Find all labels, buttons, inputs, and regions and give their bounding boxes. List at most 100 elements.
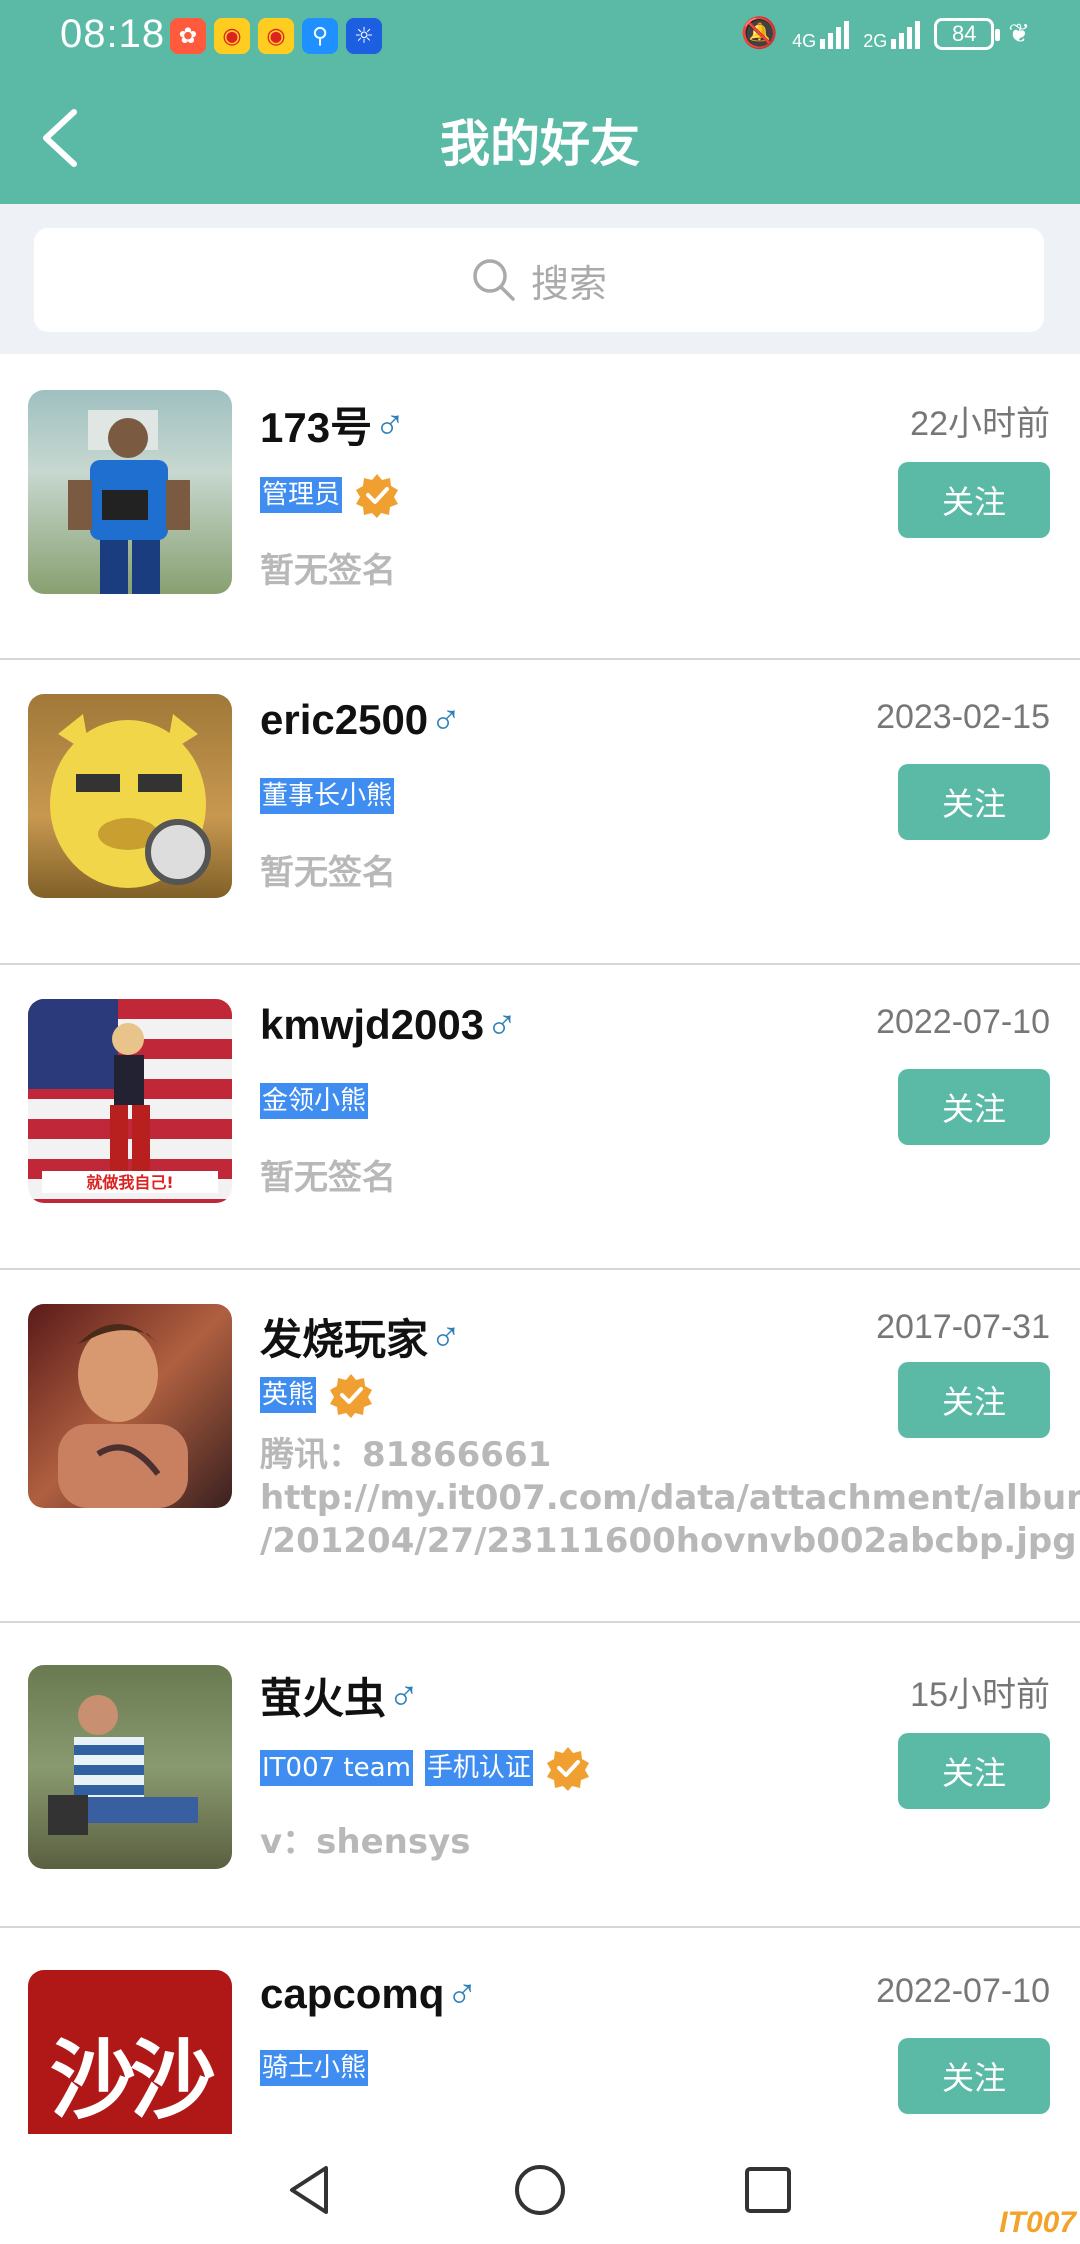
battery-icon: 84 xyxy=(934,17,1001,50)
nav-back-icon[interactable] xyxy=(280,2160,340,2220)
friend-tags: IT007 team 手机认证 xyxy=(260,1745,591,1791)
avatar-text: 沙沙 xyxy=(50,2029,216,2131)
friend-signature: 暂无签名 xyxy=(260,853,396,893)
avatar-photo-image xyxy=(48,1695,198,1835)
list-item[interactable]: 173号 ♂ 22小时前 关注 管理员 暂无签名 xyxy=(0,354,1080,660)
friend-name[interactable]: eric2500 ♂ xyxy=(260,696,462,744)
page-title: 我的好友 xyxy=(440,115,640,173)
friend-name-text: capcomq xyxy=(260,1970,445,2017)
avatar[interactable] xyxy=(28,1665,232,1869)
friend-name-text: kmwjd2003 xyxy=(260,1001,485,1048)
list-item[interactable]: 沙沙 capcomq ♂ 2022-07-10 关注 骑士小熊 xyxy=(0,1928,1080,2134)
nav-bar: 我的好友 xyxy=(0,72,1080,204)
friend-signature: 暂无签名 xyxy=(260,551,396,591)
friend-name[interactable]: capcomq ♂ xyxy=(260,1970,478,2018)
friend-list: 173号 ♂ 22小时前 关注 管理员 暂无签名 eric2500 ♂ 2023… xyxy=(0,354,1080,2134)
male-icon: ♂ xyxy=(446,1970,478,2017)
role-tag: 英熊 xyxy=(260,1377,317,1413)
friend-tags: 管理员 xyxy=(260,472,400,518)
role-tag: 手机认证 xyxy=(424,1750,533,1786)
role-tag: IT007 team xyxy=(260,1750,413,1786)
verified-badge-icon xyxy=(330,1374,373,1418)
male-icon: ♂ xyxy=(430,696,462,743)
avatar-flag-image: 就做我自己! xyxy=(28,999,218,1193)
signature-line: 腾讯：81866661 xyxy=(260,1435,552,1475)
friend-tags: 英熊 xyxy=(260,1372,374,1418)
avatar[interactable]: 沙沙 xyxy=(28,1970,232,2134)
friend-name[interactable]: 萤火虫 ♂ xyxy=(260,1665,420,1726)
friend-date: 2017-07-31 xyxy=(876,1308,1050,1346)
signal-bars-icon-2 xyxy=(891,19,921,49)
male-icon: ♂ xyxy=(374,400,406,448)
friend-tags: 董事长小熊 xyxy=(260,778,395,814)
weibo-icon-2: ◉ xyxy=(258,18,294,54)
friend-name-text: eric2500 xyxy=(260,696,429,743)
network-type-2: 2G xyxy=(863,30,888,51)
male-icon: ♂ xyxy=(486,1001,518,1048)
verified-badge-icon xyxy=(546,1747,589,1791)
follow-button[interactable]: 关注 xyxy=(898,1069,1050,1145)
nav-recents-icon[interactable] xyxy=(738,2160,798,2220)
status-bar: 08:18 ✿ ◉ ◉ ⚲ ☼ 🔕 4G 2G 84 ❦ xyxy=(0,0,1080,72)
follow-button[interactable]: 关注 xyxy=(898,462,1050,538)
friend-name[interactable]: 发烧玩家 ♂ xyxy=(260,1306,462,1367)
lightbulb-app-icon: ☼ xyxy=(346,18,382,54)
follow-button[interactable]: 关注 xyxy=(898,1733,1050,1809)
friend-tags: 金领小熊 xyxy=(260,1083,369,1119)
battery-level: 84 xyxy=(951,20,977,46)
friend-tags: 骑士小熊 xyxy=(260,2050,369,2086)
list-item[interactable]: 发烧玩家 ♂ 2017-07-31 关注 英熊 腾讯：81866661 http:… xyxy=(0,1270,1080,1623)
top-bar: 08:18 ✿ ◉ ◉ ⚲ ☼ 🔕 4G 2G 84 ❦ 我的好友 xyxy=(0,0,1080,204)
follow-button[interactable]: 关注 xyxy=(898,2038,1050,2114)
signature-line: /201204/27/23111600hovnvb002abcbp.jpg xyxy=(260,1521,1077,1561)
list-item[interactable]: 萤火虫 ♂ 15小时前 关注 IT007 team 手机认证 v：shensys xyxy=(0,1623,1080,1928)
app-icon-1: ✿ xyxy=(170,18,206,54)
search-icon xyxy=(473,259,515,301)
system-nav-bar: IT007 xyxy=(0,2134,1080,2244)
friend-date: 15小时前 xyxy=(910,1676,1050,1714)
male-icon: ♂ xyxy=(430,1312,462,1360)
search-placeholder: 搜索 xyxy=(530,261,607,306)
status-time: 08:18 xyxy=(60,12,166,56)
mute-bell-icon: 🔕 xyxy=(740,17,779,50)
friend-name[interactable]: 173号 ♂ xyxy=(260,394,406,455)
verified-badge-icon xyxy=(356,474,399,518)
friend-name-text: 173号 xyxy=(260,404,373,451)
signal-2: 2G xyxy=(863,19,921,51)
role-tag: 金领小熊 xyxy=(260,1083,369,1119)
avatar[interactable] xyxy=(28,1304,232,1508)
watermark-logo: IT007 xyxy=(999,2206,1076,2239)
friend-signature: 暂无签名 xyxy=(260,1158,396,1198)
nav-home-icon[interactable] xyxy=(510,2160,570,2220)
list-item[interactable]: 就做我自己! kmwjd2003 ♂ 2022-07-10 关注 金领小熊 暂无签… xyxy=(0,965,1080,1270)
leaf-icon: ❦ xyxy=(1008,18,1030,48)
avatar[interactable]: 就做我自己! xyxy=(28,999,232,1203)
friend-name-text: 萤火虫 xyxy=(260,1675,387,1722)
avatar[interactable] xyxy=(28,694,232,898)
friend-name[interactable]: kmwjd2003 ♂ xyxy=(260,1001,518,1049)
signal-1: 4G xyxy=(792,19,850,50)
search-area: 搜索 xyxy=(0,204,1080,354)
svg-text:就做我自己!: 就做我自己! xyxy=(86,1173,173,1192)
avatar-cartoon-image xyxy=(50,714,211,888)
notification-icons: ✿ ◉ ◉ ⚲ ☼ xyxy=(170,18,382,54)
search-app-icon: ⚲ xyxy=(302,18,338,54)
follow-button[interactable]: 关注 xyxy=(898,1362,1050,1438)
status-right: 🔕 4G 2G 84 ❦ xyxy=(741,16,1030,51)
friend-date: 22小时前 xyxy=(910,405,1050,443)
role-tag: 董事长小熊 xyxy=(260,778,395,814)
friend-signature: 腾讯：81866661 http://my.it007.com/data/att… xyxy=(260,1434,1080,1563)
male-icon: ♂ xyxy=(388,1671,420,1719)
friend-signature: v：shensys xyxy=(260,1822,471,1862)
avatar[interactable] xyxy=(28,390,232,594)
avatar-runner-image xyxy=(68,410,190,594)
signature-line: http://my.it007.com/data/attachment/albu… xyxy=(260,1478,1080,1518)
friend-date: 2023-02-15 xyxy=(876,698,1050,736)
role-tag: 管理员 xyxy=(260,477,343,513)
search-input[interactable]: 搜索 xyxy=(34,228,1044,332)
friend-date: 2022-07-10 xyxy=(876,1003,1050,1041)
list-item[interactable]: eric2500 ♂ 2023-02-15 关注 董事长小熊 暂无签名 xyxy=(0,660,1080,965)
friend-date: 2022-07-10 xyxy=(876,1972,1050,2010)
weibo-icon: ◉ xyxy=(214,18,250,54)
follow-button[interactable]: 关注 xyxy=(898,764,1050,840)
